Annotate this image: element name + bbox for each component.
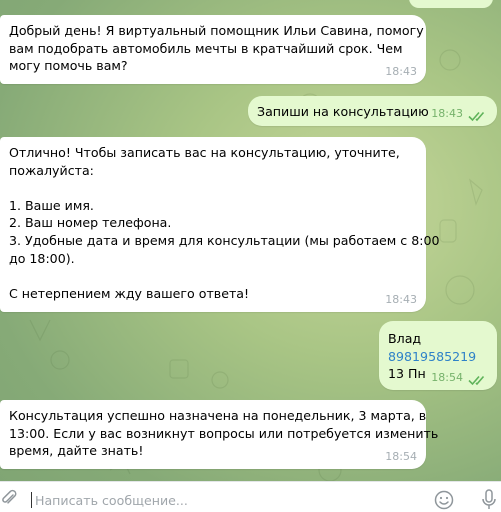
message-text-line: могу помочь вам? xyxy=(9,58,128,74)
message-text-line: время, дайте знать! xyxy=(9,443,144,459)
message-text-line: 13:00. Если у вас возникнут вопросы или … xyxy=(9,425,439,441)
incoming-message[interactable]: Отлично! Чтобы записать вас на консульта… xyxy=(0,137,440,312)
previous-message-bubble xyxy=(409,0,493,8)
message-time: 18:54 xyxy=(385,450,417,464)
message-text-line: до 18:00). xyxy=(9,250,75,266)
message-text-line: Отлично! Чтобы записать вас на консульта… xyxy=(9,145,400,160)
message-text-line: С нетерпением жду вашего ответа! xyxy=(9,285,250,301)
message-text-line: Влад xyxy=(388,331,422,346)
double-check-icon xyxy=(468,375,485,386)
message-text-line: 1. Ваше имя. xyxy=(9,197,94,213)
text-cursor xyxy=(31,492,32,508)
incoming-message[interactable]: Консультация успешно назначена на понеде… xyxy=(0,400,439,469)
message-text-line xyxy=(9,179,416,197)
message-text-line: 2. Ваш номер телефона. xyxy=(9,215,172,231)
outgoing-message[interactable]: Влад 89819585219 13 Пн 18:54 xyxy=(379,321,497,390)
message-text-line: 3. Удобные дата и время для консультации… xyxy=(9,232,440,248)
message-time: 18:43 xyxy=(385,65,417,79)
message-time: 18:43 xyxy=(385,293,417,307)
message-composer: Написать сообщение... xyxy=(0,481,501,512)
message-input[interactable]: Написать сообщение... xyxy=(35,493,188,508)
message-text-line: Добрый день! Я виртуальный помощник Ильи… xyxy=(9,23,424,38)
message-time: 18:43 xyxy=(431,107,463,121)
message-text-line: вам подобрать автомобиль мечты в кратчай… xyxy=(9,40,403,56)
incoming-message[interactable]: Добрый день! Я виртуальный помощник Ильи… xyxy=(0,15,426,84)
phone-link[interactable]: 89819585219 xyxy=(388,348,487,366)
paperclip-icon[interactable] xyxy=(0,489,18,507)
chat-area[interactable]: Добрый день! Я виртуальный помощник Ильи… xyxy=(0,0,501,481)
double-check-icon xyxy=(468,111,485,122)
message-time: 18:54 xyxy=(431,371,463,385)
message-text-line: пожалуйста: xyxy=(9,162,94,178)
message-text-line: Консультация успешно назначена на понеде… xyxy=(9,408,427,423)
message-text-line xyxy=(9,267,416,285)
smile-icon[interactable] xyxy=(434,490,454,510)
microphone-icon[interactable] xyxy=(481,489,497,511)
outgoing-message[interactable]: Запиши на консультацию 18:43 xyxy=(248,96,497,126)
